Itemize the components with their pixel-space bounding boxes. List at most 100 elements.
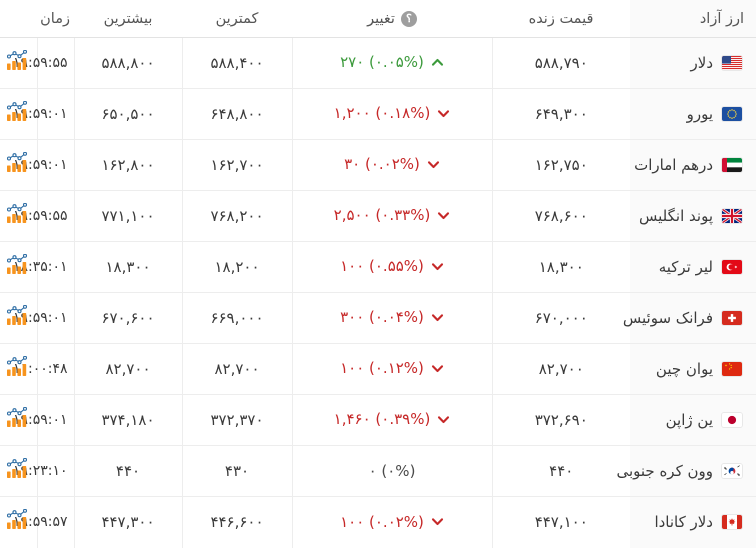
flag-ca-icon: [722, 515, 742, 530]
cell-lowest-price: ۶۴۸,۸۰۰: [181, 88, 292, 140]
column-header-highest[interactable]: بیشترین: [74, 0, 182, 38]
cell-lowest-price: ۵۸۸,۴۰۰: [181, 37, 292, 89]
table-row[interactable]: دلار کانادا ۴۴۷,۱۰۰ ۱۰۰ (۰.۰۲%) ۴۴۶,۶۰۰ …: [0, 496, 756, 548]
cell-time: ۱۹:۵۹:۰۱: [13, 292, 74, 344]
cell-currency-name[interactable]: دلار کانادا: [630, 496, 756, 548]
change-value: ۲,۵۰۰ (۰.۳۳%): [333, 206, 431, 225]
table-row[interactable]: درهم امارات ۱۶۲,۷۵۰ ۳۰ (۰.۰۲%) ۱۶۲,۷۰۰ ۱…: [0, 139, 756, 191]
cell-lowest-price: ۶۶۹,۰۰۰: [181, 292, 292, 344]
currency-label: یوان چین: [655, 359, 713, 378]
currency-label: پوند انگلیس: [639, 206, 713, 225]
flag-us-icon: [722, 56, 742, 70]
chart-icon[interactable]: [5, 458, 31, 480]
cell-currency-name[interactable]: یورو: [630, 88, 756, 140]
cell-change: ۱۰۰ (۰.۵۵%): [291, 241, 492, 293]
cell-change: ۱۰۰ (۰.۱۲%): [291, 343, 492, 395]
cell-live-price: ۶۷۰,۰۰۰: [491, 292, 630, 344]
cell-highest-price: ۶۷۰,۶۰۰: [73, 292, 182, 344]
cell-lowest-price: ۱۶۲,۷۰۰: [181, 139, 292, 191]
cell-live-price: ۶۴۹,۳۰۰: [491, 88, 630, 140]
chart-icon[interactable]: [5, 101, 31, 123]
change-value: ۱,۲۰۰ (۰.۱۸%): [333, 104, 431, 123]
help-icon[interactable]: ؟: [400, 11, 417, 27]
cell-time: ۱۹:۵۹:۰۱: [13, 88, 74, 140]
table-row[interactable]: فرانک سوئیس ۶۷۰,۰۰۰ ۳۰۰ (۰.۰۴%) ۶۶۹,۰۰۰ …: [0, 292, 756, 344]
change-value: ۳۰ (۰.۰۲%): [344, 155, 420, 174]
currency-label: وون کره جنوبی: [616, 461, 713, 480]
cell-highest-price: ۵۸۸,۸۰۰: [73, 37, 182, 89]
chart-icon[interactable]: [5, 203, 31, 225]
currency-label: یورو: [686, 104, 713, 123]
arrow-down-icon: [427, 158, 440, 171]
table-row[interactable]: یورو ۶۴۹,۳۰۰ ۱,۲۰۰ (۰.۱۸%) ۶۴۸,۸۰۰ ۶۵۰,۵…: [0, 88, 756, 140]
column-header-chart: [0, 0, 37, 38]
cell-change: ۳۰ (۰.۰۲%): [291, 139, 492, 191]
cell-currency-name[interactable]: یوان چین: [630, 343, 756, 395]
column-header-currency[interactable]: ارز آزاد: [630, 0, 756, 38]
cell-live-price: ۱۶۲,۷۵۰: [491, 139, 630, 191]
cell-lowest-price: ۱۸,۲۰۰: [181, 241, 292, 293]
change-value: ۱۰۰ (۰.۵۵%): [340, 257, 424, 276]
cell-currency-name[interactable]: وون کره جنوبی: [616, 445, 756, 497]
cell-lowest-price: ۸۲,۷۰۰: [181, 343, 292, 395]
change-value: ۰ (۰%): [368, 462, 416, 480]
table-body: دلار ۵۸۸,۷۹۰ ۲۷۰ (۰.۰۵%) ۵۸۸,۴۰۰ ۵۸۸,۸۰۰…: [0, 37, 756, 548]
cell-change: ۲,۵۰۰ (۰.۳۳%): [291, 190, 492, 242]
cell-time: ۱۹:۵۹:۰۱: [13, 394, 74, 446]
column-header-time[interactable]: زمان: [37, 0, 74, 38]
change-value: ۲۷۰ (۰.۰۵%): [340, 53, 424, 72]
cell-change: ۱,۲۰۰ (۰.۱۸%): [291, 88, 492, 140]
cell-time: ۱۹:۵۹:۰۱: [13, 139, 74, 191]
cell-live-price: ۱۸,۳۰۰: [491, 241, 630, 293]
cell-time: ۱۱:۰۰:۴۸: [13, 343, 74, 395]
change-value: ۱۰۰ (۰.۰۲%): [340, 512, 424, 531]
cell-live-price: ۴۴۰: [491, 445, 630, 497]
cell-live-price: ۵۸۸,۷۹۰: [491, 37, 630, 89]
change-value: ۱,۴۶۰ (۰.۳۹%): [333, 410, 431, 429]
table-row[interactable]: دلار ۵۸۸,۷۹۰ ۲۷۰ (۰.۰۵%) ۵۸۸,۴۰۰ ۵۸۸,۸۰۰…: [0, 37, 756, 89]
table-header: ارز آزاد قیمت زنده تغییر ؟ کمترین بیشتری…: [0, 0, 756, 38]
arrow-down-icon: [431, 311, 444, 324]
table-row[interactable]: لیر ترکیه ۱۸,۳۰۰ ۱۰۰ (۰.۵۵%) ۱۸,۲۰۰ ۱۸,۳…: [0, 241, 756, 293]
table-row[interactable]: ین ژاپن ۳۷۲,۶۹۰ ۱,۴۶۰ (۰.۳۹%) ۳۷۲,۳۷۰ ۳۷…: [0, 394, 756, 446]
currency-label: درهم امارات: [634, 155, 713, 174]
column-header-change[interactable]: تغییر ؟: [292, 0, 492, 38]
chart-icon[interactable]: [5, 407, 31, 429]
column-header-change-label: تغییر: [367, 11, 395, 27]
header-row: ارز آزاد قیمت زنده تغییر ؟ کمترین بیشتری…: [0, 0, 756, 38]
currency-label: ین ژاپن: [665, 410, 713, 429]
cell-currency-name[interactable]: فرانک سوئیس: [623, 292, 756, 344]
cell-currency-name[interactable]: دلار: [630, 37, 756, 89]
column-header-live-price[interactable]: قیمت زنده: [492, 0, 630, 38]
table-row[interactable]: یوان چین ۸۲,۷۰۰ ۱۰۰ (۰.۱۲%) ۸۲,۷۰۰ ۸۲,۷۰…: [0, 343, 756, 395]
flag-gb-icon: [722, 209, 742, 223]
table-row[interactable]: وون کره جنوبی ۴۴۰ ۰ (۰%) ۴۳۰ ۴۴۰ ۱۹:۲۳:۱…: [0, 445, 756, 497]
flag-eu-icon: [722, 107, 742, 121]
chart-icon[interactable]: [5, 356, 31, 378]
arrow-down-icon: [437, 413, 450, 426]
chart-icon[interactable]: [5, 254, 31, 276]
cell-live-price: ۷۶۸,۶۰۰: [491, 190, 630, 242]
column-header-lowest[interactable]: کمترین: [182, 0, 292, 38]
cell-live-price: ۸۲,۷۰۰: [491, 343, 630, 395]
chart-icon[interactable]: [5, 152, 31, 174]
cell-highest-price: ۷۷۱,۱۰۰: [73, 190, 182, 242]
currency-label: دلار کانادا: [654, 512, 713, 531]
cell-currency-name[interactable]: درهم امارات: [630, 139, 756, 191]
flag-ch-icon: [722, 311, 742, 325]
currency-rates-table: ارز آزاد قیمت زنده تغییر ؟ کمترین بیشتری…: [0, 0, 756, 548]
chart-icon[interactable]: [5, 50, 31, 72]
arrow-down-icon: [437, 209, 450, 222]
chart-icon[interactable]: [5, 305, 31, 327]
flag-ae-icon: [722, 158, 742, 172]
arrow-down-icon: [431, 260, 444, 273]
table-row[interactable]: پوند انگلیس ۷۶۸,۶۰۰ ۲,۵۰۰ (۰.۳۳%) ۷۶۸,۲۰…: [0, 190, 756, 242]
cell-change: ۲۷۰ (۰.۰۵%): [291, 37, 492, 89]
cell-change: ۱,۴۶۰ (۰.۳۹%): [291, 394, 492, 446]
arrow-down-icon: [437, 107, 450, 120]
cell-currency-name[interactable]: پوند انگلیس: [630, 190, 756, 242]
cell-change: ۱۰۰ (۰.۰۲%): [291, 496, 492, 548]
cell-currency-name[interactable]: لیر ترکیه: [630, 241, 756, 293]
cell-currency-name[interactable]: ین ژاپن: [630, 394, 756, 446]
chart-icon[interactable]: [5, 509, 31, 531]
